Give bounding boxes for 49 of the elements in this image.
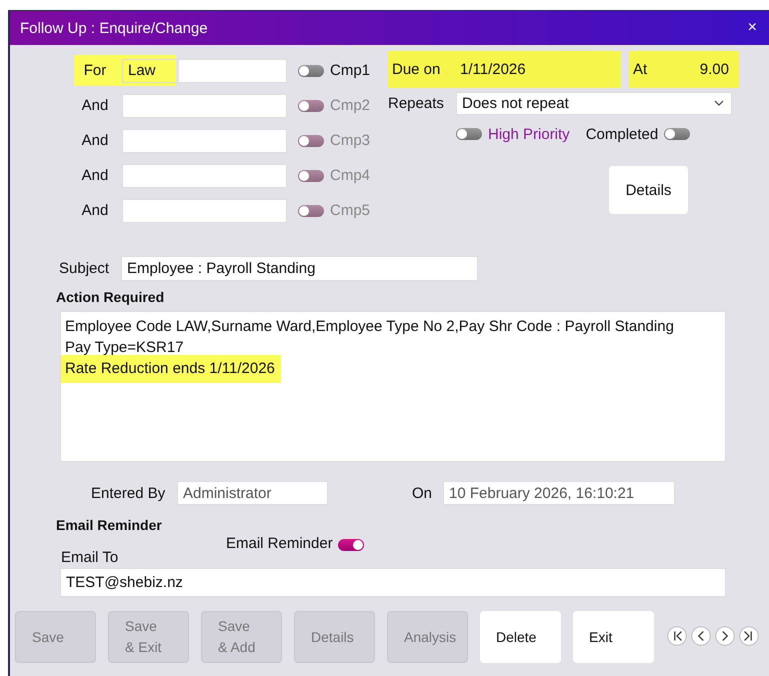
field-label: Email To	[61, 549, 120, 566]
field-label: And	[80, 167, 110, 184]
field-label: On	[412, 484, 434, 502]
subject-field[interactable]: Employee : Payroll Standing	[121, 256, 478, 281]
section-heading: Email Reminder	[56, 517, 163, 533]
next-nav-icon[interactable]	[715, 626, 735, 646]
toggle-label: Cmp3	[330, 132, 370, 149]
field-label: And	[80, 97, 110, 114]
toggle-switch[interactable]	[456, 128, 482, 140]
toggle-label: Email Reminder	[226, 535, 333, 552]
window-title: Follow Up : Enquire/Change	[20, 20, 208, 36]
field-label: For	[82, 62, 108, 79]
field-label: Repeats	[388, 94, 445, 112]
input-field[interactable]	[122, 94, 287, 118]
field-label: Entered By	[91, 484, 166, 502]
field-label: Due on	[392, 61, 442, 78]
text-line: Pay Type=KSR17	[65, 339, 184, 356]
first-nav-icon[interactable]	[667, 626, 687, 646]
field-label: Subject	[59, 260, 110, 277]
action-button[interactable]: Delete	[480, 611, 561, 663]
toggle-label: Cmp1	[330, 62, 370, 79]
email-field[interactable]: TEST@shebiz.nz	[60, 568, 726, 597]
action-button[interactable]: Exit	[573, 611, 654, 663]
repeats-dropdown[interactable]: Does not repeat	[456, 92, 732, 114]
details-button[interactable]: Details	[609, 166, 688, 214]
input-field[interactable]	[122, 198, 287, 222]
input-field[interactable]	[122, 164, 287, 188]
previous-nav-icon[interactable]	[691, 626, 711, 646]
close-button[interactable]: ×	[748, 19, 757, 37]
last-nav-icon[interactable]	[739, 626, 759, 646]
chevron-down-icon	[714, 100, 724, 106]
toggle-switch[interactable]	[298, 64, 324, 76]
field-label: And	[80, 202, 110, 219]
toggle-switch[interactable]	[664, 128, 690, 140]
completed-label: Completed	[586, 126, 658, 142]
field-label: At	[633, 61, 648, 78]
toggle-switch[interactable]	[338, 539, 364, 551]
input-field[interactable]: Law	[122, 58, 287, 82]
toggle-label: Cmp4	[330, 167, 370, 184]
entered-by-field: Administrator	[177, 481, 328, 505]
toggle-label: Cmp5	[330, 202, 370, 219]
input-field[interactable]	[122, 128, 287, 152]
action-text-area[interactable]: Employee Code LAW,Surname Ward,Employee Type No 2,Pay Shr Code : Payroll Standing Pay Type=KSR17 Rate Reduction ends 1/11/2026	[60, 311, 726, 462]
entered-on-field: 10 February 2026, 16:10:21	[443, 481, 675, 505]
text-line: Employee Code LAW,Surname Ward,Employee Type No 2,Pay Shr Code : Payroll Standing	[65, 318, 674, 335]
toggle-label: Cmp2	[330, 97, 370, 114]
high-priority-label: High Priority	[488, 126, 570, 142]
section-heading: Action Required	[56, 289, 166, 305]
field-label: And	[80, 132, 110, 149]
